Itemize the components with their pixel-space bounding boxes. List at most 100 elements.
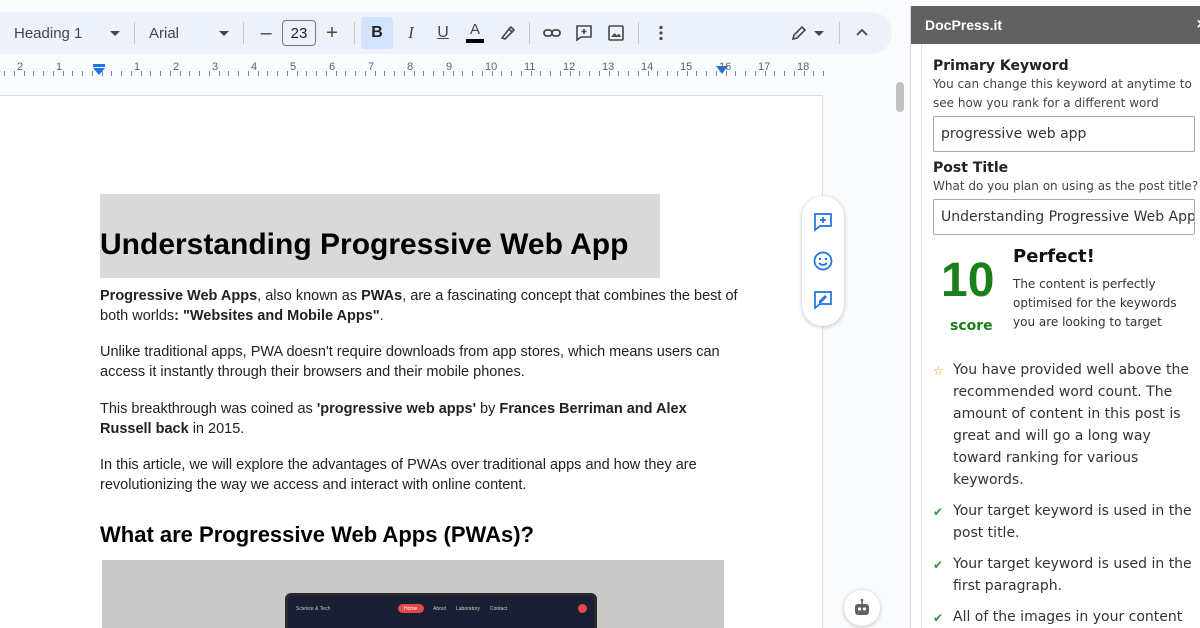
ruler-tick bbox=[716, 71, 717, 76]
add-comment-button[interactable] bbox=[568, 17, 600, 49]
assistant-bot-button[interactable] bbox=[844, 590, 880, 626]
italic-icon: I bbox=[408, 23, 414, 42]
paragraph-breakthrough[interactable]: This breakthrough was coined as 'progres… bbox=[100, 399, 740, 439]
seo-checklist: ☆ You have provided well above the recom… bbox=[933, 359, 1200, 628]
score-value: 10 bbox=[941, 254, 995, 307]
font-family-dropdown[interactable]: Arial bbox=[141, 17, 237, 49]
close-icon[interactable]: × bbox=[1197, 16, 1200, 34]
font-size-input[interactable]: 23 bbox=[282, 20, 316, 46]
post-title-input[interactable]: Understanding Progressive Web App bbox=[933, 199, 1195, 235]
docpress-sidebar: DocPress.it × Primary Keyword You can ch… bbox=[910, 6, 1200, 628]
document-title-heading[interactable]: Understanding Progressive Web App bbox=[100, 228, 628, 262]
ruler-tick bbox=[696, 71, 697, 76]
more-options-button[interactable] bbox=[645, 17, 677, 49]
ruler-tick bbox=[150, 71, 151, 76]
insert-image-button[interactable] bbox=[600, 17, 632, 49]
primary-keyword-label: Primary Keyword bbox=[933, 58, 1069, 74]
ruler-tick bbox=[375, 71, 376, 76]
ruler-number: 4 bbox=[251, 61, 258, 73]
ruler-tick bbox=[531, 71, 532, 76]
paragraph-unlike[interactable]: Unlike traditional apps, PWA doesn't req… bbox=[100, 342, 740, 382]
ruler-tick bbox=[453, 71, 454, 76]
add-emoji-reaction-button[interactable] bbox=[807, 245, 839, 277]
bold-icon: B bbox=[371, 24, 383, 41]
italic-button[interactable]: I bbox=[395, 17, 427, 49]
ruler-tick bbox=[404, 71, 405, 76]
ruler-tick bbox=[336, 71, 337, 76]
highlight-color-button[interactable] bbox=[491, 17, 523, 49]
left-indent-marker-icon[interactable] bbox=[92, 64, 106, 76]
ruler-tick bbox=[297, 71, 298, 76]
underline-button[interactable]: U bbox=[427, 17, 459, 49]
decrease-font-size-button[interactable]: – bbox=[250, 17, 282, 49]
paragraph-style-dropdown[interactable]: Heading 1 bbox=[0, 17, 128, 49]
body-text: by bbox=[476, 401, 500, 417]
primary-keyword-input[interactable]: progressive web app bbox=[933, 116, 1195, 152]
hide-menus-button[interactable] bbox=[846, 17, 878, 49]
score-panel: 10 score Perfect! The content is perfect… bbox=[933, 235, 1200, 355]
checkmark-icon: ✔ bbox=[933, 505, 944, 519]
editing-mode-button[interactable] bbox=[785, 17, 829, 49]
emoji-icon bbox=[813, 251, 833, 271]
ruler-number: 1 bbox=[56, 61, 63, 73]
ruler-tick bbox=[267, 71, 268, 76]
ruler-tick bbox=[794, 71, 795, 76]
ruler-tick bbox=[589, 71, 590, 76]
ruler-tick bbox=[326, 71, 327, 76]
ruler-tick bbox=[414, 71, 415, 76]
bold-text: : "Websites and Mobile Apps" bbox=[174, 308, 380, 324]
paragraph-intro[interactable]: Progressive Web Apps, also known as PWAs… bbox=[100, 286, 740, 326]
ruler-number: 9 bbox=[446, 61, 453, 73]
bold-button[interactable]: B bbox=[361, 17, 393, 49]
section-heading[interactable]: What are Progressive Web Apps (PWAs)? bbox=[100, 522, 534, 548]
sidebar-title: DocPress.it bbox=[925, 17, 1003, 33]
ruler-number: 11 bbox=[524, 61, 536, 73]
suggest-edit-icon bbox=[814, 291, 832, 311]
ruler-tick bbox=[219, 71, 220, 76]
post-title-hint: What do you plan on using as the post ti… bbox=[933, 179, 1199, 193]
ruler-tick bbox=[550, 71, 551, 76]
pencil-icon bbox=[791, 25, 807, 41]
ruler-tick bbox=[53, 71, 54, 76]
checklist-item: ✔ All of the images in your content cont… bbox=[933, 606, 1200, 628]
ruler-tick bbox=[248, 71, 249, 76]
ruler-number: 2 bbox=[17, 61, 24, 73]
ruler-tick bbox=[238, 71, 239, 76]
image-nav-home: Home bbox=[404, 606, 418, 612]
horizontal-ruler[interactable]: 2 1 1 2 3 4 5 6 7 8 9 10 11 12 13 14 15 16 17 18 bbox=[0, 60, 830, 78]
ruler-number: 2 bbox=[173, 61, 180, 73]
checklist-item: ☆ You have provided well above the recom… bbox=[933, 359, 1200, 491]
image-nav-contact: Contact bbox=[490, 606, 508, 612]
document-scrollbar[interactable] bbox=[896, 82, 904, 112]
add-comment-side-button[interactable] bbox=[807, 206, 839, 238]
ruler-tick bbox=[784, 71, 785, 76]
ruler-tick bbox=[687, 71, 688, 76]
ruler-tick bbox=[72, 71, 73, 76]
article-image[interactable]: Science & Tech Home About Laboratory Con… bbox=[102, 560, 724, 628]
ruler-tick bbox=[199, 71, 200, 76]
ruler-tick bbox=[209, 71, 210, 76]
bold-text: 'progressive web apps' bbox=[316, 401, 477, 417]
plus-icon: + bbox=[326, 21, 338, 44]
ruler-tick bbox=[745, 71, 746, 76]
side-actions-panel bbox=[802, 196, 844, 326]
ruler-tick bbox=[316, 71, 317, 76]
score-verdict: Perfect! bbox=[1013, 246, 1095, 267]
ruler-tick bbox=[355, 71, 356, 76]
text-color-button[interactable]: A bbox=[459, 17, 491, 49]
increase-font-size-button[interactable]: + bbox=[316, 17, 348, 49]
insert-link-button[interactable] bbox=[536, 17, 568, 49]
ruler-tick bbox=[345, 71, 346, 76]
paragraph-article[interactable]: In this article, we will explore the adv… bbox=[100, 455, 740, 495]
ruler-tick bbox=[726, 71, 727, 76]
ruler-tick bbox=[667, 71, 668, 76]
ruler-tick bbox=[102, 71, 103, 76]
ruler-tick bbox=[570, 71, 571, 76]
toolbar-divider bbox=[354, 22, 355, 44]
robot-icon bbox=[855, 598, 869, 615]
add-comment-icon bbox=[814, 212, 832, 232]
suggest-edits-button[interactable] bbox=[807, 284, 839, 316]
ruler-tick bbox=[92, 71, 93, 76]
ruler-tick bbox=[82, 71, 83, 76]
ruler-tick bbox=[4, 71, 5, 76]
